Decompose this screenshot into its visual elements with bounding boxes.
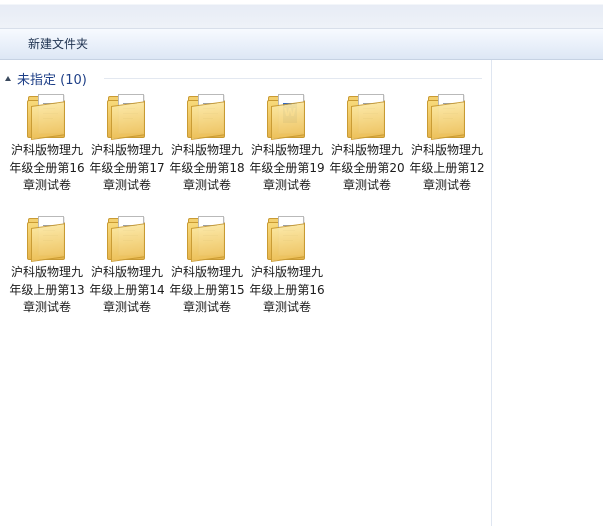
folder-name: 沪科版物理九年级全册第17章测试卷 bbox=[89, 143, 165, 192]
folder-name: 沪科版物理九年级全册第16章测试卷 bbox=[9, 143, 85, 192]
folder-name: 沪科版物理九年级全册第19章测试卷 bbox=[249, 143, 325, 192]
group-title: 未指定 (10) bbox=[17, 72, 87, 88]
folder-item[interactable]: 沪科版物理九年级上册第15章测试卷 bbox=[167, 215, 247, 317]
folder-icon bbox=[183, 93, 231, 141]
folder-icon bbox=[103, 215, 151, 263]
preview-pane bbox=[491, 60, 603, 526]
folder-item[interactable]: 沪科版物理九年级上册第12章测试卷 bbox=[407, 93, 487, 195]
folder-name: 沪科版物理九年级上册第15章测试卷 bbox=[169, 265, 245, 314]
file-list-pane[interactable]: 未指定 (10) 沪科版物理九年级全册第16章测试卷 沪科版物理九年级全册第17… bbox=[0, 60, 491, 526]
address-bar-area bbox=[0, 0, 603, 29]
folder-icon bbox=[23, 215, 71, 263]
folder-name: 沪科版物理九年级上册第12章测试卷 bbox=[409, 143, 485, 192]
folder-icon bbox=[103, 93, 151, 141]
folder-item[interactable]: 沪科版物理九年级上册第14章测试卷 bbox=[87, 215, 167, 317]
collapse-arrow-icon[interactable] bbox=[5, 76, 11, 81]
folder-name: 沪科版物理九年级全册第20章测试卷 bbox=[329, 143, 405, 192]
folder-item[interactable]: 沪科版物理九年级上册第16章测试卷 bbox=[247, 215, 327, 317]
folder-name: 沪科版物理九年级全册第18章测试卷 bbox=[169, 143, 245, 192]
folder-icon bbox=[343, 93, 391, 141]
group-header[interactable]: 未指定 (10) bbox=[5, 69, 87, 88]
folder-item[interactable]: 沪科版物理九年级上册第13章测试卷 bbox=[7, 215, 87, 317]
folder-name: 沪科版物理九年级上册第13章测试卷 bbox=[9, 265, 85, 314]
folder-item[interactable]: W 沪科版物理九年级全册第19章测试卷 bbox=[247, 93, 327, 195]
folder-item[interactable]: 沪科版物理九年级全册第17章测试卷 bbox=[87, 93, 167, 195]
folder-icon bbox=[23, 93, 71, 141]
folder-word-icon: W bbox=[263, 93, 311, 141]
group-divider bbox=[104, 78, 482, 79]
folder-item[interactable]: 沪科版物理九年级全册第20章测试卷 bbox=[327, 93, 407, 195]
folder-icon bbox=[263, 215, 311, 263]
command-bar: 新建文件夹 bbox=[0, 29, 603, 60]
folder-name: 沪科版物理九年级上册第14章测试卷 bbox=[89, 265, 165, 314]
folder-item[interactable]: 沪科版物理九年级全册第18章测试卷 bbox=[167, 93, 247, 195]
folder-icon bbox=[423, 93, 471, 141]
folder-item[interactable]: 沪科版物理九年级全册第16章测试卷 bbox=[7, 93, 87, 195]
new-folder-button[interactable]: 新建文件夹 bbox=[20, 35, 96, 53]
folder-icon bbox=[183, 215, 231, 263]
folder-name: 沪科版物理九年级上册第16章测试卷 bbox=[249, 265, 325, 314]
